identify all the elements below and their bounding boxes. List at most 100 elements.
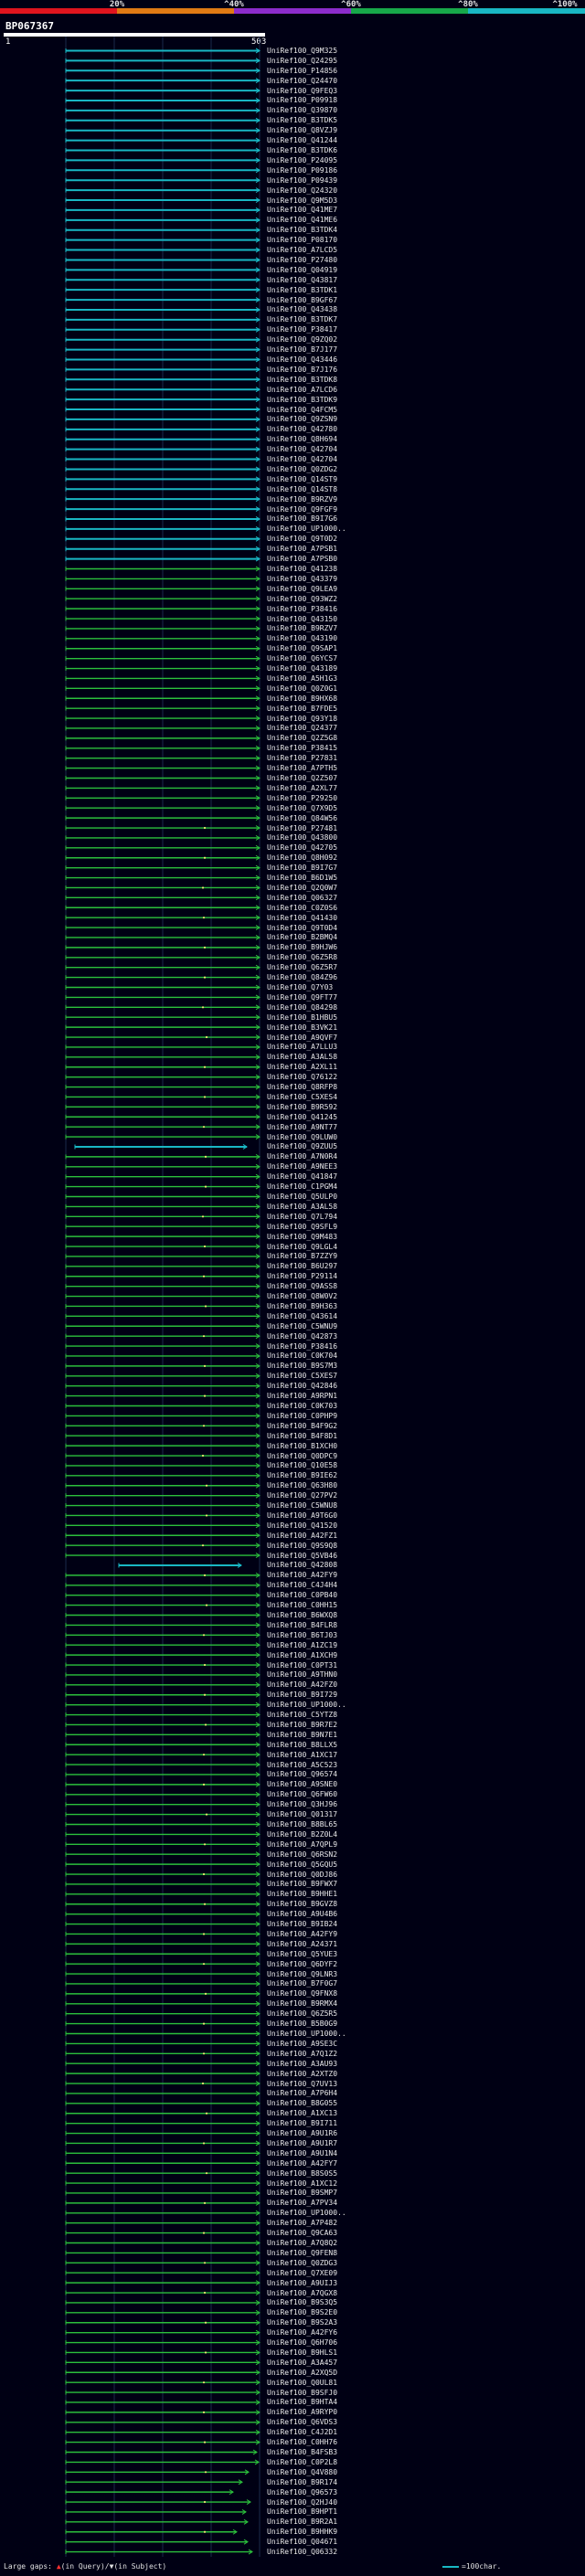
hit-label[interactable]: UniRef100_Q4FCM5 <box>267 406 337 414</box>
hit-label[interactable]: UniRef100_A1XC17 <box>267 1751 337 1759</box>
hit-label[interactable]: UniRef100_B4F8D1 <box>267 1432 337 1440</box>
hit-label[interactable]: UniRef100_A42FY7 <box>267 2159 337 2168</box>
hit-label[interactable]: UniRef100_Q24320 <box>267 186 337 195</box>
hit-label[interactable]: UniRef100_Q2Z5G8 <box>267 734 337 742</box>
hit-label[interactable]: UniRef100_Q43817 <box>267 276 337 284</box>
hit-label[interactable]: UniRef100_B9RZV7 <box>267 624 337 632</box>
hit-label[interactable]: UniRef100_Q7UV13 <box>267 2080 337 2088</box>
hit-label[interactable]: UniRef100_A9QVF7 <box>267 1034 337 1042</box>
hit-label[interactable]: UniRef100_A9U1R6 <box>267 2129 337 2137</box>
hit-label[interactable]: UniRef100_Q8VZJ9 <box>267 126 337 134</box>
hit-label[interactable]: UniRef100_Q9LUW0 <box>267 1133 337 1141</box>
hit-label[interactable]: UniRef100_B9RZV9 <box>267 495 337 504</box>
hit-label[interactable]: UniRef100_Q10E58 <box>267 1461 337 1469</box>
hit-label[interactable]: UniRef100_Q41ME6 <box>267 216 337 224</box>
hit-label[interactable]: UniRef100_B2BMQ4 <box>267 933 337 941</box>
hit-label[interactable]: UniRef100_B2Z0L4 <box>267 1830 337 1839</box>
hit-label[interactable]: UniRef100_B3TDK4 <box>267 226 337 234</box>
hit-label[interactable]: UniRef100_C0P2L8 <box>267 2458 337 2466</box>
hit-label[interactable]: UniRef100_Q43189 <box>267 664 337 673</box>
hit-label[interactable]: UniRef100_A7P482 <box>267 2219 337 2227</box>
hit-label[interactable]: UniRef100_A7Q1Z2 <box>267 2050 337 2058</box>
hit-label[interactable]: UniRef100_B6D1W5 <box>267 874 337 882</box>
hit-label[interactable]: UniRef100_Q01317 <box>267 1810 337 1818</box>
hit-label[interactable]: UniRef100_Q9SFL9 <box>267 1223 337 1231</box>
hit-label[interactable]: UniRef100_C5WNU9 <box>267 1322 337 1330</box>
hit-label[interactable]: UniRef100_C0Z0S6 <box>267 904 337 912</box>
hit-label[interactable]: UniRef100_A7LCD6 <box>267 386 337 394</box>
hit-label[interactable]: UniRef100_Q14ST8 <box>267 485 337 493</box>
hit-label[interactable]: UniRef100_Q9ZQ02 <box>267 335 337 344</box>
hit-label[interactable]: UniRef100_A7LLU3 <box>267 1043 337 1051</box>
hit-label[interactable]: UniRef100_B9S2A3 <box>267 2318 337 2327</box>
hit-label[interactable]: UniRef100_A2XQ5D <box>267 2369 337 2377</box>
hit-label[interactable]: UniRef100_Q06332 <box>267 2548 337 2556</box>
hit-label[interactable]: UniRef100_B9H363 <box>267 1302 337 1310</box>
hit-label[interactable]: UniRef100_P14856 <box>267 67 337 75</box>
hit-label[interactable]: UniRef100_Q93Y18 <box>267 715 337 723</box>
hit-label[interactable]: UniRef100_C4J4H4 <box>267 1581 337 1589</box>
hit-label[interactable]: UniRef100_B8G055 <box>267 2099 337 2107</box>
hit-label[interactable]: UniRef100_A9U1N4 <box>267 2149 337 2157</box>
hit-label[interactable]: UniRef100_Q8H092 <box>267 853 337 862</box>
hit-label[interactable]: UniRef100_Q7X9D5 <box>267 804 337 812</box>
hit-label[interactable]: UniRef100_Q8RFP8 <box>267 1083 337 1091</box>
hit-label[interactable]: UniRef100_P29250 <box>267 794 337 802</box>
hit-label[interactable]: UniRef100_A9U1R7 <box>267 2139 337 2147</box>
hit-label[interactable]: UniRef100_A42FZ1 <box>267 1532 337 1540</box>
hit-label[interactable]: UniRef100_B7J177 <box>267 345 337 354</box>
hit-label[interactable]: UniRef100_A7Q8Q2 <box>267 2239 337 2247</box>
hit-label[interactable]: UniRef100_Q43379 <box>267 575 337 583</box>
hit-label[interactable]: UniRef100_B4FSB3 <box>267 2448 337 2456</box>
hit-label[interactable]: UniRef100_Q43446 <box>267 355 337 364</box>
hit-label[interactable]: UniRef100_A42FZ0 <box>267 1680 337 1689</box>
hit-label[interactable]: UniRef100_Q9M325 <box>267 47 337 55</box>
hit-label[interactable]: UniRef100_C1PGM4 <box>267 1182 337 1191</box>
hit-label[interactable]: UniRef100_B9I7G7 <box>267 864 337 872</box>
hit-label[interactable]: UniRef100_Q9FGF9 <box>267 505 337 514</box>
hit-label[interactable]: UniRef100_Q5ULP0 <box>267 1193 337 1201</box>
hit-label[interactable]: UniRef100_Q27PV2 <box>267 1491 337 1500</box>
hit-label[interactable]: UniRef100_B3VK21 <box>267 1023 337 1032</box>
hit-label[interactable]: UniRef100_A7QGX8 <box>267 2289 337 2297</box>
hit-label[interactable]: UniRef100_Q04671 <box>267 2538 337 2546</box>
hit-label[interactable]: UniRef100_B9HX68 <box>267 694 337 703</box>
hit-label[interactable]: UniRef100_Q6DYF2 <box>267 1960 337 1968</box>
hit-label[interactable]: UniRef100_Q6H706 <box>267 2338 337 2347</box>
hit-label[interactable]: UniRef100_P38416 <box>267 605 337 613</box>
hit-label[interactable]: UniRef100_Q3HJ96 <box>267 1800 337 1808</box>
hit-label[interactable]: UniRef100_Q0UL81 <box>267 2379 337 2387</box>
hit-label[interactable]: UniRef100_Q2HJ40 <box>267 2498 337 2507</box>
hit-label[interactable]: UniRef100_Q24470 <box>267 77 337 85</box>
hit-label[interactable]: UniRef100_B9S7M3 <box>267 1362 337 1370</box>
hit-label[interactable]: UniRef100_B9HTA4 <box>267 2398 337 2406</box>
hit-label[interactable]: UniRef100_B9R592 <box>267 1103 337 1111</box>
hit-label[interactable]: UniRef100_Q6Z5R8 <box>267 953 337 961</box>
hit-label[interactable]: UniRef100_C4J2D1 <box>267 2428 337 2436</box>
hit-label[interactable]: UniRef100_B3TDK7 <box>267 315 337 323</box>
hit-label[interactable]: UniRef100_A9RPN1 <box>267 1392 337 1400</box>
hit-label[interactable]: UniRef100_Q41244 <box>267 136 337 144</box>
hit-label[interactable]: UniRef100_Q84298 <box>267 1003 337 1012</box>
hit-label[interactable]: UniRef100_A9RYP0 <box>267 2408 337 2416</box>
hit-label[interactable]: UniRef100_Q43190 <box>267 634 337 642</box>
hit-label[interactable]: UniRef100_Q5GQU5 <box>267 1860 337 1869</box>
hit-label[interactable]: UniRef100_Q5VB46 <box>267 1552 337 1560</box>
hit-label[interactable]: UniRef100_B6TJ03 <box>267 1631 337 1639</box>
hit-label[interactable]: UniRef100_Q41238 <box>267 565 337 573</box>
hit-label[interactable]: UniRef100_Q0ZDG3 <box>267 2259 337 2267</box>
hit-label[interactable]: UniRef100_C5XES4 <box>267 1093 337 1101</box>
hit-label[interactable]: UniRef100_B9I7G6 <box>267 514 337 523</box>
hit-label[interactable]: UniRef100_B9HPT1 <box>267 2507 337 2516</box>
hit-label[interactable]: UniRef100_B7F0G7 <box>267 1979 337 1988</box>
hit-label[interactable]: UniRef100_C0K704 <box>267 1352 337 1360</box>
hit-label[interactable]: UniRef100_Q42705 <box>267 843 337 852</box>
hit-label[interactable]: UniRef100_A7PV34 <box>267 2199 337 2207</box>
hit-label[interactable]: UniRef100_A42FY9 <box>267 1930 337 1938</box>
hit-label[interactable]: UniRef100_B1HBU5 <box>267 1013 337 1022</box>
hit-label[interactable]: UniRef100_Q43800 <box>267 833 337 842</box>
hit-label[interactable]: UniRef100_Q41245 <box>267 1113 337 1121</box>
hit-label[interactable]: UniRef100_Q0DJ86 <box>267 1871 337 1879</box>
hit-label[interactable]: UniRef100_P09439 <box>267 176 337 185</box>
hit-label[interactable]: UniRef100_B9HJW6 <box>267 943 337 951</box>
